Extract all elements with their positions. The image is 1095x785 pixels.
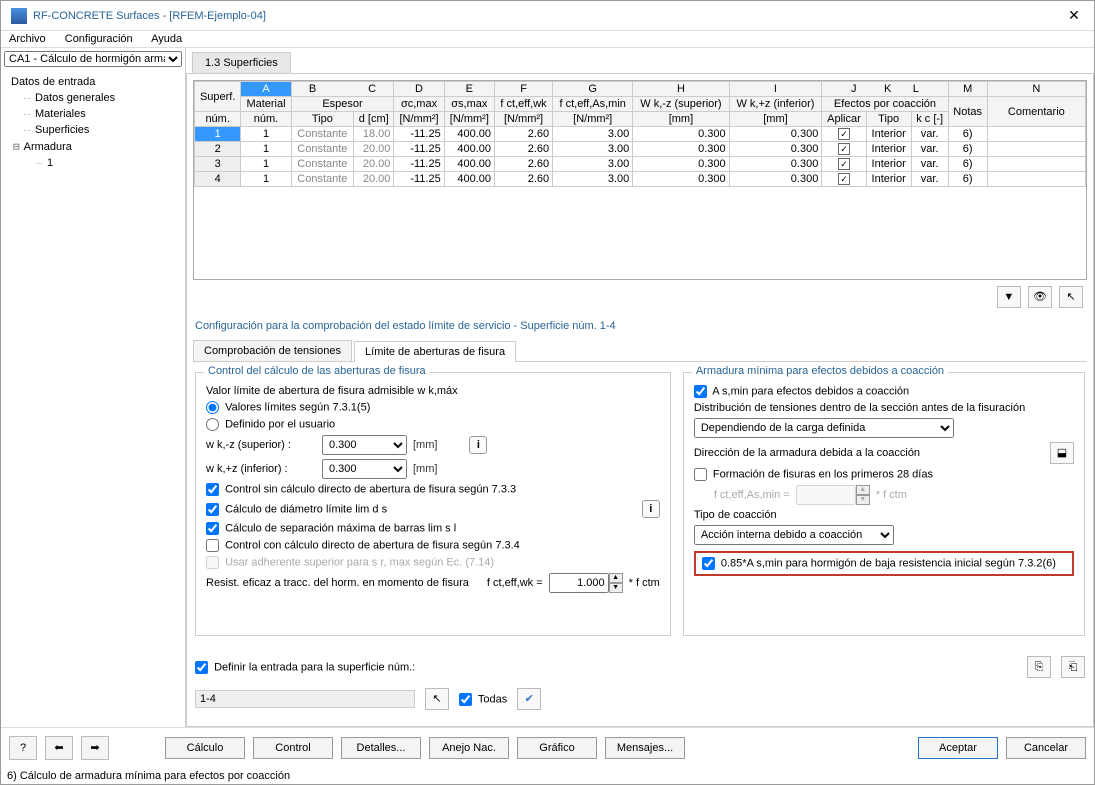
chk-definir-entrada[interactable]: Definir la entrada para la superficie nú… <box>195 661 415 674</box>
tab-superficies[interactable]: 1.3 Superficies <box>192 52 291 73</box>
select-tipo-coaccion[interactable]: Acción interna debido a coacción <box>694 525 894 545</box>
btn-detalles[interactable]: Detalles... <box>341 737 421 759</box>
col-superf: Superf. <box>195 82 241 112</box>
filter-icon[interactable]: ▼ <box>997 286 1021 308</box>
input-wk-inferior[interactable]: 0.300 <box>322 459 407 479</box>
app-icon <box>11 8 27 24</box>
close-icon[interactable]: ✕ <box>1064 7 1084 24</box>
select-distribucion[interactable]: Dependiendo de la carga definida <box>694 418 954 438</box>
chk-adherente-superior: Usar adherente superior para s r, max se… <box>206 556 494 569</box>
tree-materiales[interactable]: Materiales <box>1 106 185 122</box>
subtab-tensiones[interactable]: Comprobación de tensiones <box>193 340 352 361</box>
status-bar: 6) Cálculo de armadura mínima para efect… <box>1 768 1094 784</box>
tree-armadura[interactable]: Armadura <box>1 138 185 155</box>
table-row[interactable]: 41Constante20.00-11.25400.002.603.000.30… <box>195 172 1086 187</box>
menu-configuracion[interactable]: Configuración <box>65 33 133 45</box>
pick-icon[interactable]: ↖ <box>1059 286 1083 308</box>
window-title: RF-CONCRETE Surfaces - [RFEM-Ejemplo-04] <box>33 10 1064 22</box>
chk-085asmin[interactable]: 0.85*A s,min para hormigón de baja resis… <box>702 557 1056 570</box>
input-fct-eff-wk[interactable]: ▲▼ <box>549 573 623 593</box>
menu-archivo[interactable]: Archivo <box>9 33 46 45</box>
tree-datos-generales[interactable]: Datos generales <box>1 90 185 106</box>
apply-icon[interactable]: ✔ <box>517 688 541 710</box>
chk-todas[interactable]: Todas <box>459 693 507 706</box>
chk-control-con-calculo[interactable]: Control con cálculo directo de abertura … <box>206 539 520 552</box>
highlight-085asmin: 0.85*A s,min para hormigón de baja resis… <box>694 551 1074 576</box>
lbl-wkmax: Valor límite de abertura de fisura admis… <box>206 385 458 397</box>
subtab-fisura[interactable]: Límite de aberturas de fisura <box>354 341 516 362</box>
input-superficie-num[interactable] <box>195 690 415 708</box>
nav-prev-icon[interactable]: ⬅ <box>45 736 73 760</box>
btn-aceptar[interactable]: Aceptar <box>918 737 998 759</box>
chk-fisuras-28dias[interactable]: Formación de fisuras en los primeros 28 … <box>694 468 933 481</box>
direction-icon[interactable]: ⬓ <box>1050 442 1074 464</box>
section-title: Configuración para la comprobación del e… <box>193 314 1087 338</box>
input-fct-asmin: ▲▼ <box>796 485 870 505</box>
btn-grafico[interactable]: Gráfico <box>517 737 597 759</box>
col-letter-A[interactable]: A <box>241 82 291 97</box>
fieldset-armadura-minima: Armadura mínima para efectos debidos a c… <box>683 372 1085 636</box>
pick-surfaces-icon[interactable]: ↖ <box>425 688 449 710</box>
surfaces-grid[interactable]: Superf. A B C D E F G H I J K <box>193 80 1087 280</box>
table-row[interactable]: 31Constante20.00-11.25400.002.603.000.30… <box>195 157 1086 172</box>
fieldset-control-fisura: Control del cálculo de las aberturas de … <box>195 372 671 636</box>
btn-control[interactable]: Control <box>253 737 333 759</box>
info-icon[interactable]: i <box>469 436 487 454</box>
input-wk-superior[interactable]: 0.300 <box>322 435 407 455</box>
nav-tree: Datos de entrada Datos generales Materia… <box>1 70 185 175</box>
view-icon[interactable]: 👁 <box>1028 286 1052 308</box>
radio-definido-usuario[interactable]: Definido por el usuario <box>206 418 335 431</box>
btn-cancelar[interactable]: Cancelar <box>1006 737 1086 759</box>
import-icon[interactable]: ⎗ <box>1061 656 1085 678</box>
chk-control-sin-calculo[interactable]: Control sin cálculo directo de abertura … <box>206 483 516 496</box>
btn-mensajes[interactable]: Mensajes... <box>605 737 685 759</box>
tree-superficies[interactable]: Superficies <box>1 122 185 138</box>
table-row[interactable]: 11Constante18.00-11.25400.002.603.000.30… <box>195 127 1086 142</box>
col-letter-BC[interactable]: B C <box>291 82 394 97</box>
chk-separacion-maxima[interactable]: Cálculo de separación máxima de barras l… <box>206 522 456 535</box>
chk-diametro-limite[interactable]: Cálculo de diámetro límite lim d s <box>206 503 387 516</box>
nav-next-icon[interactable]: ➡ <box>81 736 109 760</box>
menu-ayuda[interactable]: Ayuda <box>151 33 182 45</box>
info-icon[interactable]: i <box>642 500 660 518</box>
menu-bar: Archivo Configuración Ayuda <box>1 31 1094 48</box>
case-selector[interactable]: CA1 - Cálculo de hormigón armado <box>4 51 182 67</box>
tree-header: Datos de entrada <box>1 74 185 90</box>
btn-anejo[interactable]: Anejo Nac. <box>429 737 509 759</box>
chk-asmin-coaccion[interactable]: A s,min para efectos debidos a coacción <box>694 385 909 398</box>
tree-armadura-1[interactable]: 1 <box>1 155 185 171</box>
btn-calculo[interactable]: Cálculo <box>165 737 245 759</box>
table-row[interactable]: 21Constante20.00-11.25400.002.603.000.30… <box>195 142 1086 157</box>
help-icon[interactable]: ? <box>9 736 37 760</box>
radio-valores-limites[interactable]: Valores límites según 7.3.1(5) <box>206 401 370 414</box>
export-icon[interactable]: ⎘ <box>1027 656 1051 678</box>
